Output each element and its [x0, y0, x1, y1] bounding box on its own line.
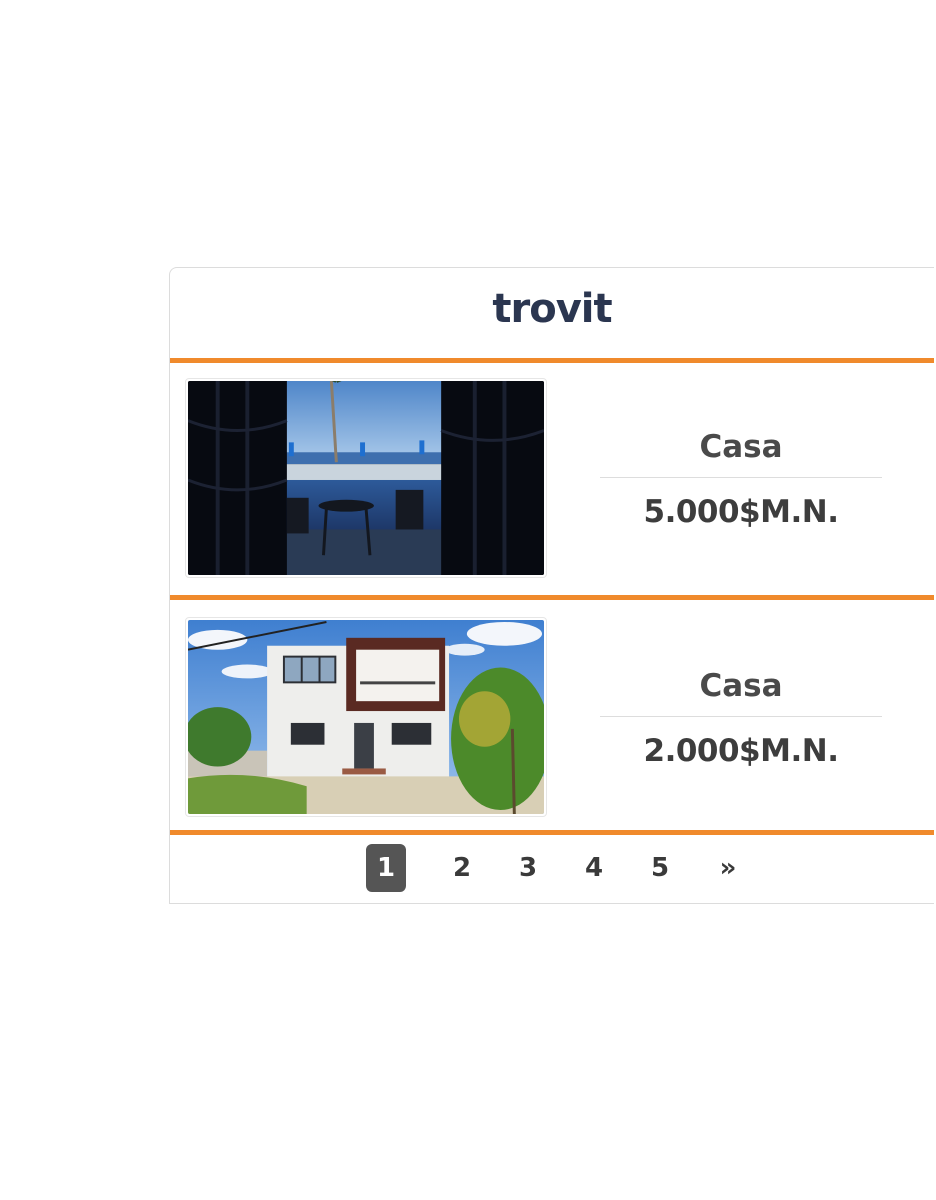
listing-separator: [600, 716, 882, 717]
house-exterior-image: [188, 620, 544, 814]
page-5-button[interactable]: 5: [640, 844, 680, 892]
listing-price: 2.000$M.N.: [643, 733, 839, 769]
listing-item[interactable]: Casa 2.000$M.N.: [170, 600, 934, 832]
listing-type: Casa: [699, 668, 783, 704]
listing-photo[interactable]: [185, 617, 547, 817]
trovit-widget: trovit Casa 5.000$M.N. Casa 2.000$M.N. 1…: [169, 267, 934, 904]
page-3-button[interactable]: 3: [508, 844, 548, 892]
pagination: 1 2 3 4 5 »: [170, 835, 934, 903]
listing-item[interactable]: Casa 5.000$M.N.: [170, 363, 934, 595]
widget-header: trovit: [170, 268, 934, 360]
page-1-button[interactable]: 1: [366, 844, 406, 892]
listing-type: Casa: [699, 429, 783, 465]
pool-terrace-image: [188, 381, 544, 575]
listing-photo[interactable]: [185, 378, 547, 578]
listing-info: Casa 2.000$M.N.: [600, 666, 882, 773]
listing-separator: [600, 477, 882, 478]
next-page-button[interactable]: »: [708, 844, 748, 892]
page-4-button[interactable]: 4: [574, 844, 614, 892]
page-2-button[interactable]: 2: [442, 844, 482, 892]
listing-price: 5.000$M.N.: [643, 494, 839, 530]
trovit-logo[interactable]: trovit: [170, 286, 934, 332]
listing-info: Casa 5.000$M.N.: [600, 427, 882, 534]
